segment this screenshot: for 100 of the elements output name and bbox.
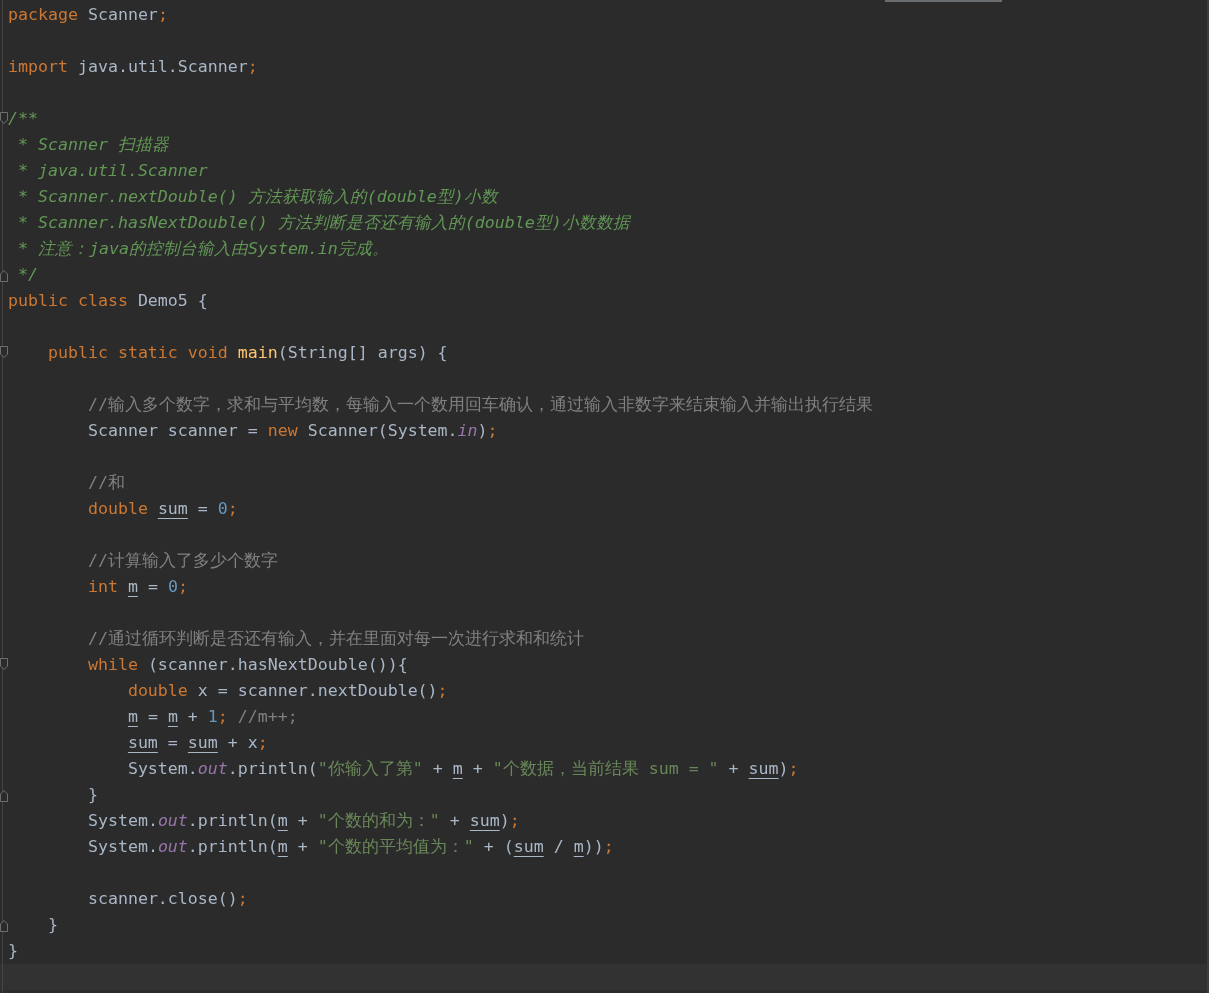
variable: sum [127,733,158,752]
fold-marker-icon[interactable] [0,790,8,802]
code-text: + [448,811,461,830]
string-literal: "个数的和为：" [317,811,440,830]
code-comment: //输入多个数字，求和与平均数，每输入一个数用回车确认，通过输入非数字来结束输入并输出执行结果 [87,395,873,414]
code-text: System. [87,811,158,830]
keyword: ; [788,759,799,778]
doc-comment: * Scanner 扫描器 [18,135,169,154]
variable: m [127,577,138,596]
code-text: System. [127,759,198,778]
keyword: ; [157,5,168,24]
code-text: + x [226,733,258,752]
fold-marker-icon[interactable] [0,112,8,124]
code-text: Scanner(System. [306,421,458,440]
field-name: out [157,811,188,830]
doc-comment: * Scanner.nextDouble() 方法获取输入的(double型)小数 [18,187,498,206]
field-name: out [157,837,188,856]
code-text: = [166,733,179,752]
code-text: .println( [187,837,278,856]
keyword: public class [8,291,128,310]
keyword: double [127,681,188,700]
string-literal: "个数的平均值为：" [317,837,474,856]
code-comment: //通过循环判断是否还有输入，并在里面对每一次进行求和和统计 [87,629,584,648]
code-text: ) [778,759,789,778]
doc-comment: * 注意：java的控制台输入由System.in完成。 [18,239,389,258]
code-text: + [296,837,309,856]
doc-comment: * java.util.Scanner [18,161,208,180]
keyword: ; [237,889,248,908]
variable: m [127,707,138,726]
code-text: (scanner.hasNextDouble()){ [146,655,408,674]
keyword: new [267,421,298,440]
number-literal: 0 [167,577,178,596]
code-text: java.util.Scanner [76,57,248,76]
number-literal: 0 [217,499,228,518]
code-text: + [186,707,199,726]
doc-comment: * Scanner.hasNextDouble() 方法判断是否还有输入的(double型)小数数据 [18,213,630,232]
code-text: + [727,759,740,778]
code-text: + [471,759,484,778]
keyword: ; [603,837,614,856]
code-text: + [431,759,444,778]
code-text: System. [87,837,158,856]
code-comment: //和 [87,473,125,492]
keyword: while [87,655,138,674]
code-text: (String[] args) { [277,343,448,362]
variable: sum [187,733,218,752]
fold-marker-icon[interactable] [0,346,8,358]
variable: m [452,759,463,778]
keyword: ; [509,811,520,830]
code-text: Scanner [86,5,158,24]
code-text: + ( [482,837,514,856]
doc-comment: /** [8,109,38,128]
code-text: } [8,941,18,960]
variable: m [573,837,584,856]
keyword: int [87,577,119,596]
keyword: ; [437,681,448,700]
number-literal: 1 [207,707,218,726]
keyword: ; [247,57,258,76]
keyword: ; [227,499,238,518]
string-literal: "你输入了第" [317,759,423,778]
keyword: ; [177,577,188,596]
string-literal: "个数据，当前结果 sum = " [492,759,719,778]
code-text: ) [477,421,488,440]
code-text: Scanner scanner = [87,421,259,440]
keyword: ; [217,707,228,726]
code-text: Demo5 { [136,291,208,310]
code-text: .println( [227,759,318,778]
code-text: scanner.close() [87,889,238,908]
code-text: = [146,577,159,596]
code-comment: //m++; [236,707,298,726]
variable: sum [513,837,544,856]
keyword: import [8,57,68,76]
field-name: in [457,421,478,440]
code-text: / [552,837,565,856]
code-text: )) [583,837,604,856]
code-text: } [87,785,98,804]
fold-marker-icon[interactable] [0,658,8,670]
code-text: = [146,707,159,726]
code-text: .println( [187,811,278,830]
code-comment: //计算输入了多少个数字 [87,551,278,570]
doc-comment: */ [18,265,38,284]
scrollbar-thumb[interactable] [885,0,1002,2]
code-text: + [296,811,309,830]
fold-marker-icon[interactable] [0,920,8,932]
keyword: ; [257,733,268,752]
code-text: x = scanner.nextDouble() [196,681,438,700]
method-name: main [237,343,278,362]
code-text: ) [499,811,510,830]
code-text: = [196,499,209,518]
variable: m [277,837,288,856]
variable: sum [469,811,500,830]
keyword: double [87,499,149,518]
keyword: public static void [47,343,229,362]
variable: sum [748,759,779,778]
keyword: ; [487,421,498,440]
keyword: package [8,5,78,24]
variable: m [167,707,178,726]
code-text: } [47,915,58,934]
fold-marker-icon[interactable] [0,270,8,282]
field-name: out [197,759,228,778]
variable: m [277,811,288,830]
